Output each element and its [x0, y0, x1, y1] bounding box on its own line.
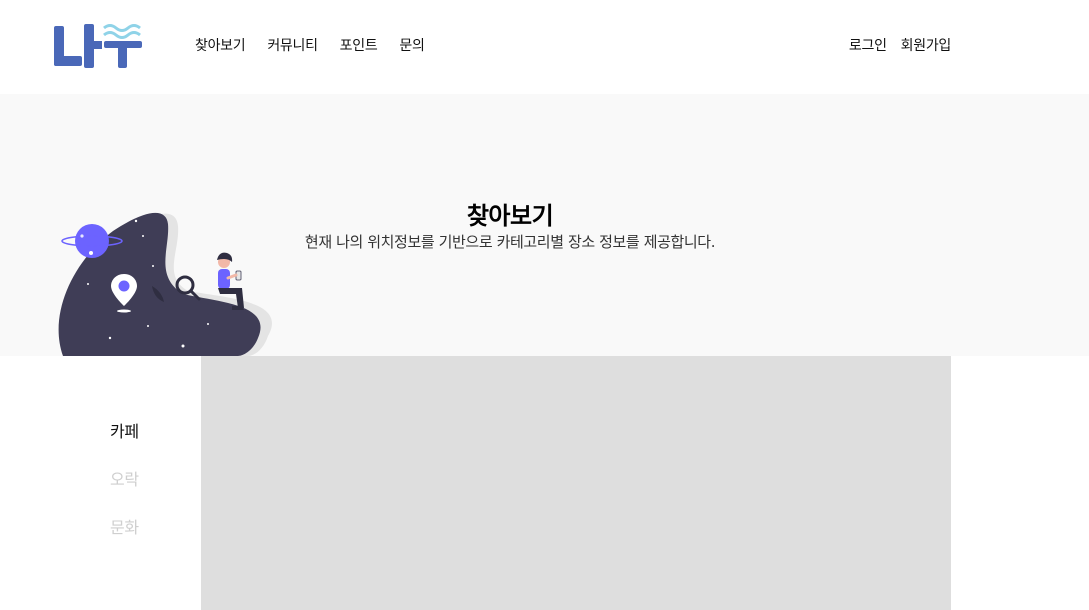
main-nav: 찾아보기 커뮤니티 포인트 문의	[195, 37, 425, 55]
site-header: 찾아보기 커뮤니티 포인트 문의 로그인 회원가입	[0, 0, 1089, 94]
category-entertainment[interactable]: 오락	[110, 470, 139, 490]
login-link[interactable]: 로그인	[849, 37, 887, 55]
nav-item-community[interactable]: 커뮤니티	[267, 37, 318, 55]
category-cafe[interactable]: 카페	[110, 422, 139, 442]
nav-item-points[interactable]: 포인트	[340, 37, 378, 55]
page-subtitle: 현재 나의 위치정보를 기반으로 카테고리별 장소 정보를 제공합니다.	[304, 233, 716, 251]
nav-item-explore[interactable]: 찾아보기	[195, 37, 246, 55]
signup-link[interactable]: 회원가입	[901, 37, 952, 55]
hero-banner: 찾아보기 현재 나의 위치정보를 기반으로 카테고리별 장소 정보를 제공합니다…	[0, 94, 1089, 356]
nav-item-inquiry[interactable]: 문의	[399, 37, 424, 55]
map-area[interactable]	[201, 356, 951, 610]
category-culture[interactable]: 문화	[110, 518, 139, 538]
page-title: 찾아보기	[466, 202, 554, 230]
auth-links: 로그인 회원가입	[849, 37, 951, 55]
category-sidebar: 카페 오락 문화	[110, 422, 139, 566]
naru-logo[interactable]	[52, 20, 146, 70]
